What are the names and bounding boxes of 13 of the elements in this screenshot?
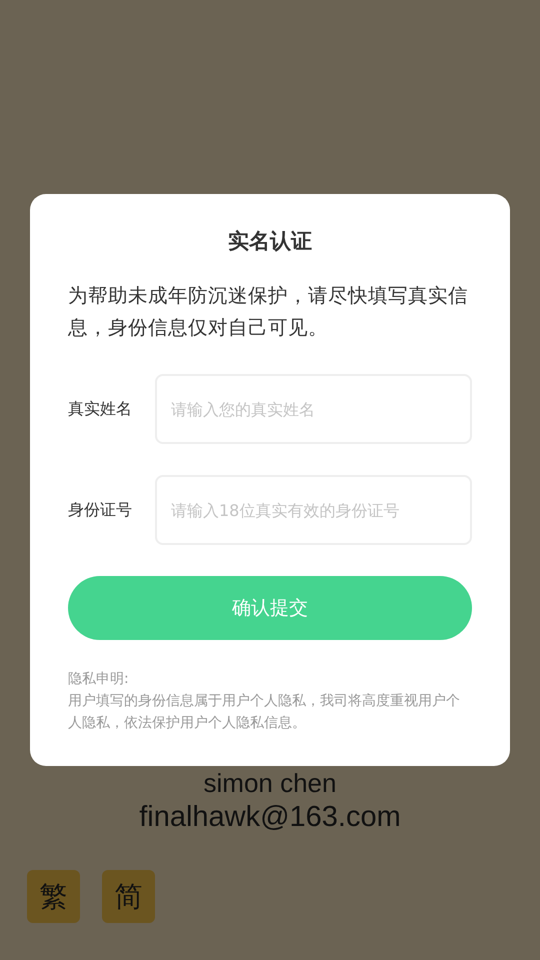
privacy-title: 隐私申明: — [68, 670, 130, 689]
input-field[interactable]: 请输入18位真实有效的身份证号 — [155, 475, 472, 545]
user-email: finalhawk@163.com — [138, 800, 402, 835]
input-field[interactable]: 请输入您的真实姓名 — [155, 374, 472, 444]
dialog-title: 实名认证 — [227, 228, 313, 255]
language-button[interactable]: 繁 — [27, 870, 80, 923]
field-label: 身份证号 — [68, 500, 133, 520]
language-button[interactable]: 简 — [102, 870, 155, 923]
privacy-text: 用户填写的身份信息属于用户个人隐私，我司将高度重视用户个人隐私，依法保护用户个人隐私信息。 — [68, 692, 461, 733]
user-name: simon chen — [202, 768, 338, 798]
field-label: 真实姓名 — [68, 398, 133, 420]
description-text: 为帮助未成年防沉迷保护，请尽快填写真实信息，身份信息仅对自己可见。 — [68, 283, 469, 341]
submit-button[interactable]: 确认提交 — [68, 576, 472, 640]
